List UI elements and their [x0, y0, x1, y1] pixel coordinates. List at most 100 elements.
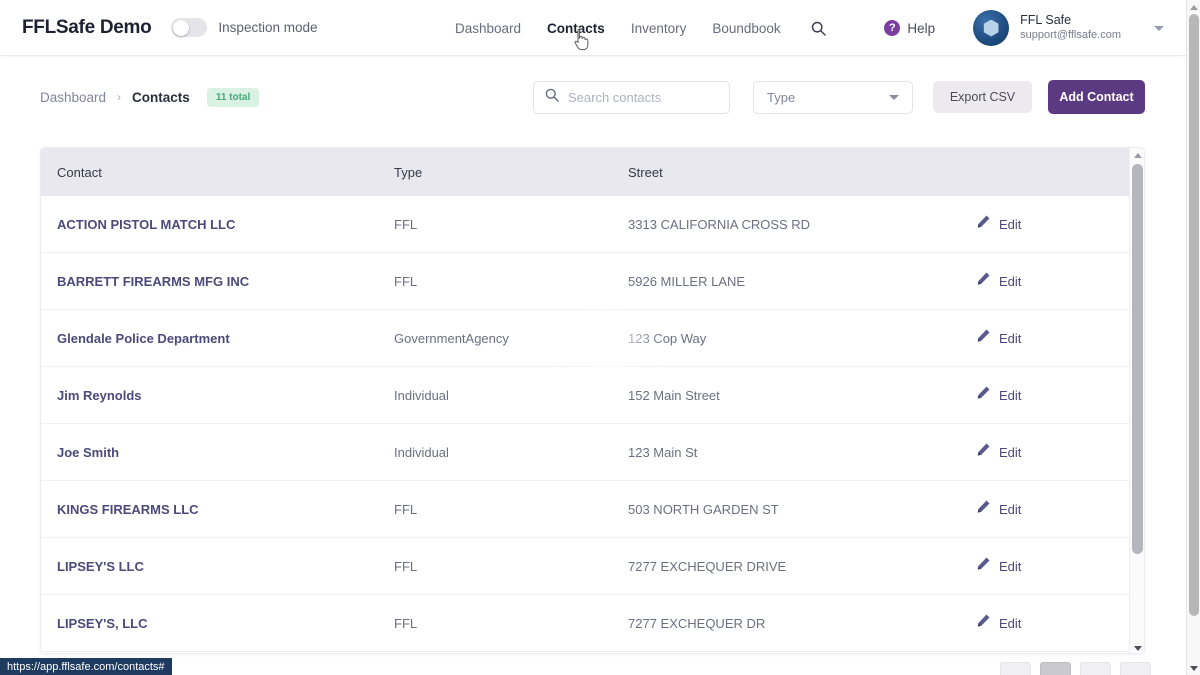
- cell-contact-street: 3313 CALIFORNIA CROSS RD: [628, 217, 968, 232]
- nav-item-boundbook[interactable]: Boundbook: [712, 21, 780, 36]
- edit-button[interactable]: Edit: [976, 214, 1144, 234]
- table-scrollbar[interactable]: [1129, 148, 1144, 654]
- cell-contact-name[interactable]: KINGS FIREARMS LLC: [57, 502, 394, 517]
- cell-contact-type: FFL: [394, 559, 628, 574]
- table-header-row: Contact Type Street: [41, 148, 1144, 196]
- pencil-icon: [976, 271, 991, 291]
- edit-button[interactable]: Edit: [976, 556, 1144, 576]
- breadcrumb: Dashboard › Contacts 11 total: [40, 88, 259, 107]
- edit-label: Edit: [999, 274, 1021, 289]
- inspection-mode-label: Inspection mode: [218, 20, 317, 35]
- nav-item-dashboard[interactable]: Dashboard: [455, 21, 521, 36]
- table-row[interactable]: LIPSEY'S, LLCFFL7277 EXCHEQUER DREdit: [41, 595, 1144, 652]
- search-input[interactable]: [568, 90, 718, 105]
- status-badge: 11 total: [207, 88, 259, 107]
- cell-actions: Edit: [968, 613, 1144, 633]
- edit-button[interactable]: Edit: [976, 385, 1144, 405]
- edit-button[interactable]: Edit: [976, 271, 1144, 291]
- cell-contact-street: 5926 MILLER LANE: [628, 274, 968, 289]
- cell-contact-type: Individual: [394, 388, 628, 403]
- pagination: [1000, 662, 1151, 675]
- edit-label: Edit: [999, 331, 1021, 346]
- chevron-down-icon: [889, 95, 899, 100]
- breadcrumb-dashboard[interactable]: Dashboard: [40, 90, 106, 105]
- cell-contact-name[interactable]: Joe Smith: [57, 445, 394, 460]
- pagination-button[interactable]: [1000, 662, 1031, 675]
- cell-actions: Edit: [968, 385, 1144, 405]
- cell-contact-name[interactable]: Glendale Police Department: [57, 331, 394, 346]
- pagination-button[interactable]: [1120, 662, 1151, 675]
- nav-item-contacts[interactable]: Contacts: [547, 21, 605, 36]
- browser-scrollbar[interactable]: [1186, 0, 1200, 675]
- search-icon[interactable]: [811, 21, 826, 36]
- browser-scrollbar-thumb[interactable]: [1189, 14, 1199, 616]
- breadcrumb-separator-icon: ›: [117, 90, 121, 104]
- edit-label: Edit: [999, 559, 1021, 574]
- help-button[interactable]: ? Help: [884, 20, 935, 36]
- table-row[interactable]: Jim ReynoldsIndividual152 Main StreetEdi…: [41, 367, 1144, 424]
- edit-label: Edit: [999, 502, 1021, 517]
- help-label: Help: [907, 21, 935, 36]
- add-contact-button[interactable]: Add Contact: [1048, 80, 1145, 114]
- cell-contact-type: FFL: [394, 502, 628, 517]
- column-header-street[interactable]: Street: [628, 165, 968, 180]
- search-contacts-box[interactable]: [533, 81, 730, 114]
- cell-contact-name[interactable]: ACTION PISTOL MATCH LLC: [57, 217, 394, 232]
- pencil-icon: [976, 442, 991, 462]
- browser-viewport: FFLSafe Demo Inspection mode Dashboard C…: [0, 0, 1200, 675]
- table-row[interactable]: Joe SmithIndividual123 Main StEdit: [41, 424, 1144, 481]
- cell-contact-name[interactable]: Jim Reynolds: [57, 388, 394, 403]
- cell-actions: Edit: [968, 271, 1144, 291]
- pagination-button[interactable]: [1040, 662, 1071, 675]
- table-row[interactable]: Glendale Police DepartmentGovernmentAgen…: [41, 310, 1144, 367]
- table-row[interactable]: LIPSEY'S LLCFFL7277 EXCHEQUER DRIVE Edit: [41, 538, 1144, 595]
- avatar: [973, 10, 1009, 46]
- inspection-mode-toggle[interactable]: [171, 18, 207, 37]
- table-row[interactable]: KINGS FIREARMS LLCFFL503 NORTH GARDEN ST…: [41, 481, 1144, 538]
- pagination-button[interactable]: [1080, 662, 1111, 675]
- export-csv-button[interactable]: Export CSV: [933, 81, 1032, 113]
- chevron-down-icon[interactable]: [1154, 26, 1164, 31]
- edit-button[interactable]: Edit: [976, 328, 1144, 348]
- cell-contact-name[interactable]: LIPSEY'S, LLC: [57, 616, 394, 631]
- pencil-icon: [976, 214, 991, 234]
- edit-button[interactable]: Edit: [976, 499, 1144, 519]
- pencil-icon: [976, 385, 991, 405]
- search-icon: [545, 88, 559, 107]
- column-header-contact[interactable]: Contact: [57, 165, 394, 180]
- main-nav-links: Dashboard Contacts Inventory Boundbook: [455, 0, 826, 56]
- table-scrollbar-thumb[interactable]: [1132, 164, 1143, 554]
- contacts-table-card: Contact Type Street ACTION PISTOL MATCH …: [40, 147, 1145, 654]
- pencil-icon: [976, 499, 991, 519]
- cell-contact-name[interactable]: LIPSEY'S LLC: [57, 559, 394, 574]
- cell-contact-street: 123 Cop Way: [628, 331, 968, 346]
- nav-item-inventory[interactable]: Inventory: [631, 21, 687, 36]
- column-header-type[interactable]: Type: [394, 165, 628, 180]
- cell-contact-name[interactable]: BARRETT FIREARMS MFG INC: [57, 274, 394, 289]
- table-scroll-up-icon[interactable]: [1130, 148, 1145, 162]
- help-icon: ?: [884, 20, 900, 36]
- browser-scroll-down-icon[interactable]: [1187, 661, 1200, 675]
- edit-label: Edit: [999, 445, 1021, 460]
- app-brand-title: FFLSafe Demo: [22, 17, 151, 39]
- type-filter-label: Type: [767, 90, 795, 105]
- toggle-knob: [173, 20, 189, 36]
- table-row[interactable]: ACTION PISTOL MATCH LLCFFL3313 CALIFORNI…: [41, 196, 1144, 253]
- edit-label: Edit: [999, 217, 1021, 232]
- logo-hexagon-icon: [983, 20, 1000, 37]
- cell-contact-street: 123 Main St: [628, 445, 968, 460]
- edit-button[interactable]: Edit: [976, 613, 1144, 633]
- cell-actions: Edit: [968, 499, 1144, 519]
- edit-label: Edit: [999, 616, 1021, 631]
- cell-contact-street: 7277 EXCHEQUER DRIVE: [628, 559, 968, 574]
- pencil-icon: [976, 328, 991, 348]
- table-scroll-down-icon[interactable]: [1130, 641, 1145, 654]
- cell-contact-type: FFL: [394, 616, 628, 631]
- user-account-menu[interactable]: FFL Safe support@fflsafe.com: [973, 10, 1164, 46]
- cell-actions: Edit: [968, 328, 1144, 348]
- edit-button[interactable]: Edit: [976, 442, 1144, 462]
- pencil-icon: [976, 613, 991, 633]
- browser-scroll-up-icon[interactable]: [1187, 0, 1200, 14]
- type-filter-dropdown[interactable]: Type: [753, 81, 913, 114]
- table-row[interactable]: BARRETT FIREARMS MFG INCFFL5926 MILLER L…: [41, 253, 1144, 310]
